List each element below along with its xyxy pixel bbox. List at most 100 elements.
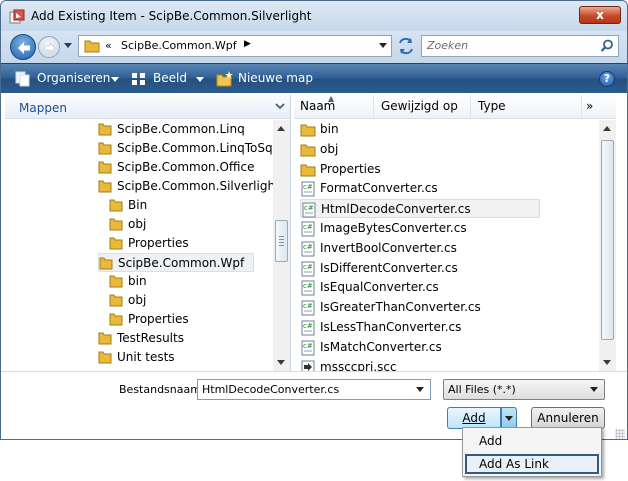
filename-dropdown-icon[interactable] [416, 387, 424, 392]
tree-item[interactable]: ScipBe.Common.Wpf [98, 253, 254, 272]
close-icon: x [596, 8, 604, 22]
file-list-item[interactable]: mssccprj.scc [300, 358, 530, 371]
scroll-up-icon[interactable] [603, 126, 611, 131]
file-type-dropdown-icon[interactable] [590, 387, 598, 392]
chevron-down-icon[interactable] [275, 103, 285, 110]
column-modified[interactable]: Gewijzigd op [375, 95, 471, 118]
svg-text:c#: c# [304, 204, 314, 212]
svg-text:c#: c# [303, 302, 313, 310]
menu-item-add-as-link[interactable]: Add As Link [465, 454, 599, 474]
tree-item[interactable]: bin [109, 272, 279, 291]
file-list-item[interactable]: c# InvertBoolConverter.cs [300, 239, 530, 258]
arrow-right-icon [44, 42, 56, 54]
filename-label: Bestandsnaam: [119, 383, 205, 396]
menu-item-label: Add [479, 434, 503, 448]
file-list-item-label: InvertBoolConverter.cs [320, 240, 457, 255]
file-list-item-label: mssccprj.scc [320, 359, 397, 371]
file-list-item[interactable]: c# IsLessThanConverter.cs [300, 318, 530, 337]
view-icon [132, 73, 145, 85]
close-button[interactable]: x [579, 6, 621, 24]
add-existing-item-dialog: Add Existing Item - ScipBe.Common.Silver… [0, 0, 628, 440]
refresh-icon[interactable] [396, 37, 416, 55]
tree-item[interactable]: Properties [109, 234, 279, 253]
organize-chevron-down-icon [111, 77, 119, 82]
address-bar[interactable]: « ScipBe.Common.Wpf ▶ [78, 35, 392, 57]
back-button[interactable] [10, 34, 36, 60]
scroll-down-icon[interactable] [603, 360, 611, 365]
file-list-item[interactable]: obj [300, 140, 530, 159]
address-separator-arrow[interactable]: ▶ [244, 39, 251, 49]
tree-item-label: Bin [128, 198, 148, 212]
tree-item[interactable]: obj [109, 215, 279, 234]
tree-item-label: ScipBe.Common.Office [117, 160, 255, 174]
svg-text:c#: c# [303, 322, 313, 330]
file-list-item[interactable]: c# IsDifferentConverter.cs [300, 259, 530, 278]
column-type[interactable]: Type [472, 95, 582, 118]
folder-icon [98, 351, 112, 364]
tree-item[interactable]: TestResults [98, 329, 268, 348]
svg-text:c#: c# [303, 183, 313, 191]
file-list-item[interactable]: Properties [300, 160, 530, 179]
file-list-item[interactable]: c# HtmlDecodeConverter.cs [300, 199, 540, 219]
file-list-item[interactable]: c# IsMatchConverter.cs [300, 338, 530, 357]
tree-item[interactable]: Properties [109, 310, 279, 329]
view-button[interactable]: Beeld [131, 70, 205, 88]
view-chevron-down-icon [196, 77, 204, 82]
folders-scrollbar[interactable] [273, 120, 290, 371]
folders-scroll-thumb[interactable] [275, 220, 288, 262]
add-button[interactable]: Add [447, 407, 501, 429]
help-button[interactable]: ? [599, 71, 615, 87]
tree-item[interactable]: ScipBe.Common.Silverlight [98, 177, 280, 196]
tree-item[interactable]: Bin [109, 196, 279, 215]
tree-item[interactable]: ScipBe.Common.LinqToSql [98, 139, 276, 158]
file-list-item-label: obj [320, 141, 339, 156]
folders-pane-header[interactable]: Mappen [5, 95, 290, 119]
tree-item[interactable]: ScipBe.Common.Linq [98, 120, 268, 139]
organize-button[interactable]: Organiseren [15, 70, 119, 88]
folder-icon [109, 313, 123, 326]
address-row: « ScipBe.Common.Wpf ▶ Zoeken [1, 31, 627, 63]
address-overflow-chevron[interactable]: « [105, 39, 112, 52]
tree-item-label: obj [128, 293, 147, 307]
resize-grip-icon[interactable] [615, 429, 625, 439]
tree-item[interactable]: obj [109, 291, 279, 310]
scroll-down-icon[interactable] [277, 360, 285, 365]
filename-value[interactable]: HtmlDecodeConverter.cs [202, 383, 339, 396]
file-list-item[interactable]: c# FormatConverter.cs [300, 179, 530, 198]
search-icon[interactable] [600, 39, 614, 53]
file-list-item[interactable]: bin [300, 120, 530, 139]
file-list-item-label: HtmlDecodeConverter.cs [321, 202, 471, 217]
file-list-item[interactable]: c# IsGreaterThanConverter.cs [300, 298, 530, 317]
file-type-select[interactable]: All Files (*.*) [443, 379, 605, 400]
title-bar: Add Existing Item - ScipBe.Common.Silver… [1, 1, 627, 31]
folders-pane: Mappen ScipBe.Common.Linq ScipBe.Common.L… [5, 95, 291, 371]
organize-label: Organiseren [37, 71, 111, 85]
cancel-button[interactable]: Annuleren [531, 407, 605, 429]
files-scrollbar[interactable] [599, 120, 616, 371]
svg-text:c#: c# [303, 263, 313, 271]
folder-icon [109, 218, 123, 231]
file-list-item[interactable]: c# IsEqualConverter.cs [300, 278, 530, 297]
scroll-up-icon[interactable] [277, 126, 285, 131]
tree-item-label: Unit tests [117, 350, 175, 364]
tree-item[interactable]: Unit tests [98, 348, 268, 367]
add-options-dropdown-button[interactable] [501, 407, 517, 429]
folder-icon [99, 257, 113, 270]
search-input[interactable]: Zoeken [427, 39, 468, 52]
address-path[interactable]: ScipBe.Common.Wpf [121, 39, 237, 52]
column-name[interactable]: Naam ▲ [294, 95, 374, 118]
menu-item-add[interactable]: Add [465, 431, 599, 451]
tree-item[interactable]: ScipBe.Common.Office [98, 158, 268, 177]
search-box[interactable]: Zoeken [421, 35, 619, 57]
filename-field[interactable]: HtmlDecodeConverter.cs [197, 379, 431, 400]
address-dropdown-icon[interactable] [379, 43, 387, 49]
menu-item-label: Add As Link [479, 457, 549, 471]
file-list-item[interactable]: c# ImageBytesConverter.cs [300, 219, 530, 238]
recent-pages-chevron-down-icon[interactable] [64, 43, 72, 49]
forward-button[interactable] [38, 36, 60, 58]
files-scroll-thumb[interactable] [601, 140, 614, 340]
new-folder-button[interactable]: Nieuwe map [216, 70, 316, 88]
folder-icon [98, 142, 112, 155]
csharp-file-icon: c# [301, 280, 315, 296]
more-columns-button[interactable]: » [586, 99, 593, 113]
